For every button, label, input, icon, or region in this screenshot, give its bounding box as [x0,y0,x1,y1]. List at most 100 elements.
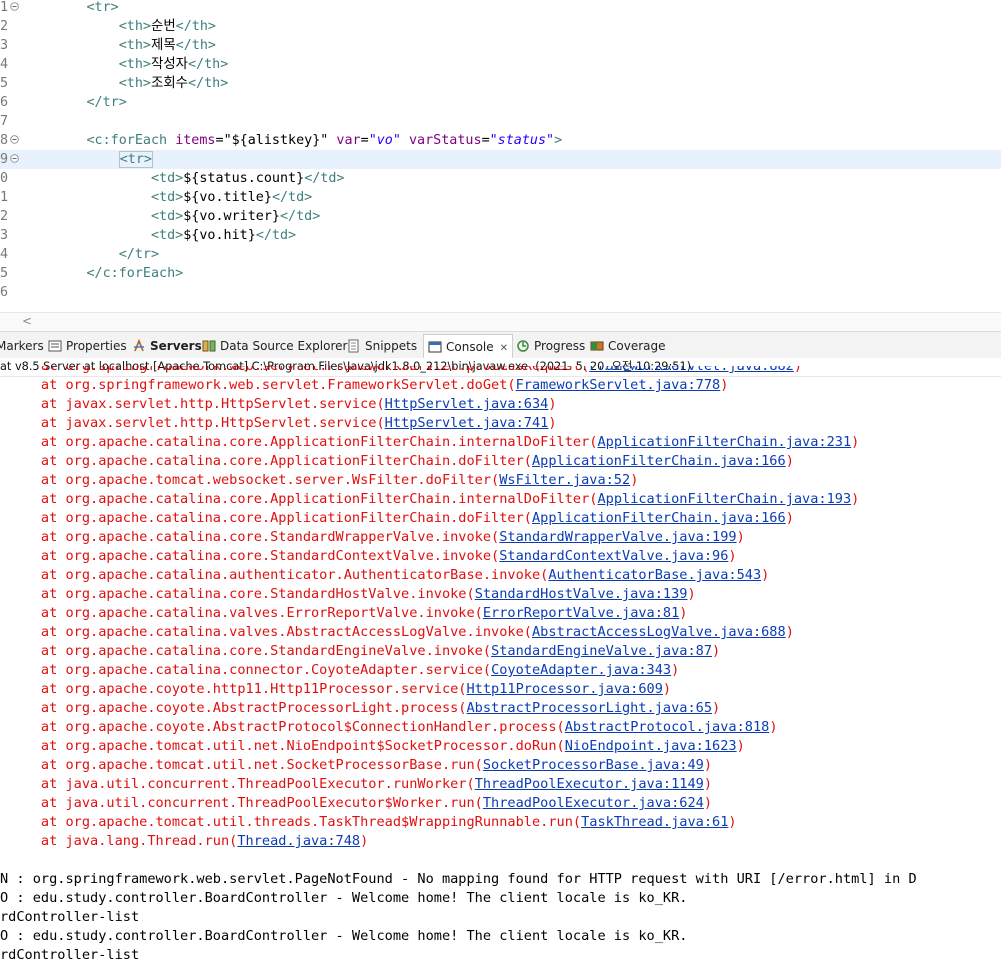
line-number: 9 [0,152,9,167]
stack-trace-line: at java.util.concurrent.ThreadPoolExecut… [0,776,713,792]
fold-collapse-icon[interactable] [10,135,19,144]
source-link[interactable]: ApplicationFilterChain.java:193 [597,491,851,507]
code-token: </th> [187,57,229,72]
scroll-left-icon[interactable]: < [22,314,32,328]
snippets-icon [348,339,359,353]
tab-label: Progress [534,339,586,353]
stack-trace-line: at org.apache.tomcat.util.net.SocketProc… [0,757,713,773]
line-number: 6 [0,285,9,300]
tab-label: Markers [0,339,44,353]
tab-servers[interactable]: Servers [132,336,202,356]
code-text: </tr> [22,93,127,112]
source-link[interactable]: AbstractAccessLogValve.java:688 [532,624,786,640]
tab-label: Servers [150,339,202,353]
fold-collapse-icon[interactable] [10,2,19,11]
code-text: <th>제목</th> [22,36,216,55]
code-text: <td>${vo.writer}</td> [22,207,320,226]
source-link[interactable]: Http11Processor.java:609 [467,681,663,697]
code-token: varStatus [400,133,482,148]
source-link[interactable]: CoyoteAdapter.java:343 [491,662,671,678]
stack-trace-line: at org.apache.catalina.core.StandardHost… [0,586,696,602]
tab-label: Coverage [608,339,666,353]
code-token: </td> [271,190,313,205]
source-link[interactable]: WsFilter.java:52 [499,472,630,488]
source-link[interactable]: StandardContextValve.java:96 [499,548,728,564]
source-link[interactable]: AbstractProcessorLight.java:65 [467,700,713,716]
code-line[interactable]: 8 <c:forEach items="${alistkey}" var="vo… [0,131,1001,150]
source-link[interactable]: ApplicationFilterChain.java:231 [597,434,851,450]
code-token: items [175,133,216,148]
code-line[interactable]: 4 <th>작성자</th> [0,55,1001,74]
tab-coverage[interactable]: Coverage [590,336,666,356]
tab-properties[interactable]: Properties [48,336,127,356]
code-token: 조회수 [151,76,188,91]
code-token: 순번 [151,19,176,34]
source-link[interactable]: StandardWrapperValve.java:199 [499,529,736,545]
tab-console[interactable]: Console ✕ [423,334,514,359]
code-text: <td>${vo.title}</td> [22,188,312,207]
code-line[interactable]: 5 </c:forEach> [0,264,1001,283]
code-line[interactable]: 4 </tr> [0,245,1001,264]
code-text: </tr> [22,245,159,264]
code-token: ${vo.hit} [183,228,256,243]
stack-trace-line: at java.util.concurrent.ThreadPoolExecut… [0,795,713,811]
source-link[interactable]: NioEndpoint.java:1623 [565,738,737,754]
view-tab-bar: Markers Properties Servers Data Source Expl… [0,331,1001,360]
console-output[interactable]: at org.springframework.web.servlet.Frame… [0,366,1001,979]
tab-snippets[interactable]: Snippets [347,336,417,356]
source-link[interactable]: TaskThread.java:61 [581,814,728,830]
source-link[interactable]: AuthenticatorBase.java:543 [548,567,761,583]
tab-label: Console [446,340,494,354]
stack-trace-line: at org.apache.tomcat.websocket.server.Ws… [0,472,639,488]
tab-markers[interactable]: Markers [0,336,44,356]
editor-horizontal-scrollbar[interactable]: < [0,312,1001,331]
source-link[interactable]: SocketProcessorBase.java:49 [483,757,704,773]
servers-icon [134,339,144,352]
code-line[interactable]: 2 <th>순번</th> [0,17,1001,36]
line-number: 3 [0,38,9,53]
code-token: <th> [118,57,151,72]
data-source-icon [202,340,216,352]
code-line[interactable]: 3 <th>제목</th> [0,36,1001,55]
coverage-icon [590,341,604,351]
line-number: 3 [0,228,9,243]
source-link[interactable]: ErrorReportValve.java:81 [483,605,679,621]
source-link[interactable]: ApplicationFilterChain.java:166 [532,510,786,526]
code-line[interactable]: 9 <tr> [0,150,1001,169]
code-line[interactable]: 7 [0,112,1001,131]
code-line[interactable]: 1 <tr> [0,0,1001,17]
fold-collapse-icon[interactable] [10,154,19,163]
code-line[interactable]: 5 <th>조회수</th> [0,74,1001,93]
code-token: "vo" [368,133,401,148]
code-line[interactable]: 6 </tr> [0,93,1001,112]
tab-data-source-explorer[interactable]: Data Source Explorer [202,336,347,356]
code-line[interactable]: 0 <td>${status.count}</td> [0,169,1001,188]
code-line[interactable]: 2 <td>${vo.writer}</td> [0,207,1001,226]
code-editor[interactable]: 1 <tr> 2 <th>순번</th> 3 <th>제목</th> 4 <th>작성… [0,0,1001,312]
source-link[interactable]: ThreadPoolExecutor.java:1149 [475,776,704,792]
line-number: 8 [0,133,9,148]
code-line[interactable]: 6 [0,283,1001,302]
stack-trace-line: at org.apache.coyote.AbstractProtocol$Co… [0,719,778,735]
source-link[interactable]: FrameworkServlet.java:778 [516,377,721,393]
code-token: </th> [187,76,229,91]
source-link[interactable]: Thread.java:748 [237,833,360,849]
source-link[interactable]: HttpServlet.java:634 [385,396,549,412]
source-link[interactable]: FrameworkServlet.java:882 [589,366,794,374]
code-line[interactable]: 1 <td>${vo.title}</td> [0,188,1001,207]
code-text: <th>작성자</th> [22,55,229,74]
close-icon[interactable]: ✕ [500,343,508,354]
code-token: "status" [489,133,555,148]
stack-trace-line: at org.apache.catalina.core.StandardEngi… [0,643,721,659]
source-link[interactable]: StandardHostValve.java:139 [475,586,688,602]
source-link[interactable]: StandardEngineValve.java:87 [491,643,712,659]
code-text: <th>조회수</th> [22,74,229,93]
stack-trace-line: at org.apache.coyote.AbstractProcessorLi… [0,700,721,716]
code-text: <c:forEach items="${alistkey}" var="vo" … [22,131,563,150]
source-link[interactable]: ThreadPoolExecutor.java:624 [483,795,704,811]
source-link[interactable]: ApplicationFilterChain.java:166 [532,453,786,469]
source-link[interactable]: AbstractProtocol.java:818 [565,719,770,735]
tab-progress[interactable]: Progress [516,336,585,356]
source-link[interactable]: HttpServlet.java:741 [385,415,549,431]
code-line[interactable]: 3 <td>${vo.hit}</td> [0,226,1001,245]
